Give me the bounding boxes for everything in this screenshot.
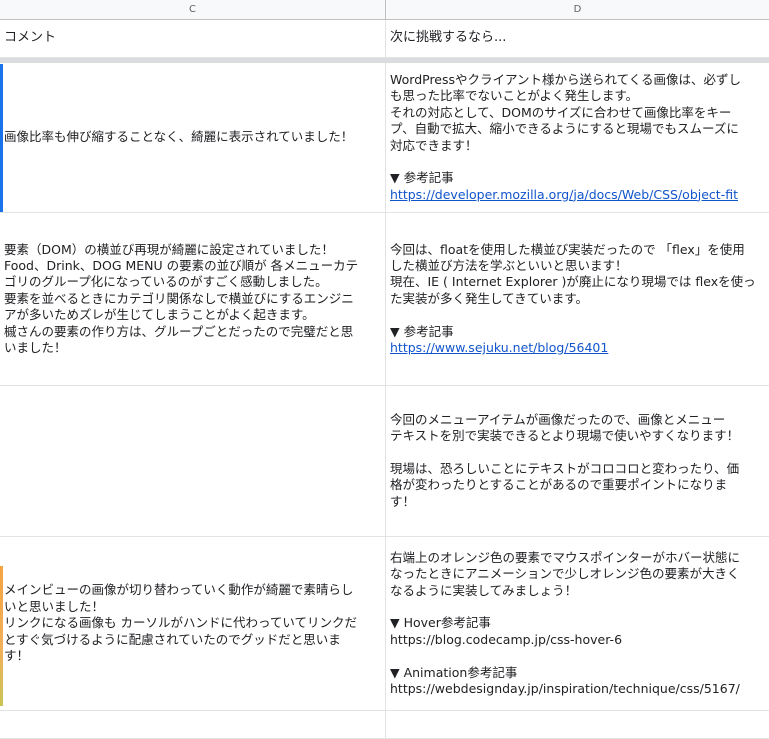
cell-text-line: した横並び方法を学ぶといいと思います！ <box>390 257 628 273</box>
cell-text-line: 右端上のオレンジ色の要素でマウスポインターがホバー状態に <box>390 549 741 565</box>
comment-cell-row2[interactable]: 要素（DOM）の横並び再現が綺麗に設定されていました！ Food、Drink、DO… <box>0 213 386 386</box>
cell-text-line: 今回のメニューアイテムが画像だったので、画像とメニュー <box>390 411 726 427</box>
comment-cell-row4[interactable]: メインビューの画像が切り替わっていく動作が綺麗で素晴らし いと思いました！ リンクに… <box>0 537 386 711</box>
reference-link[interactable]: https://developer.mozilla.org/ja/docs/We… <box>390 187 765 203</box>
cell-text-line <box>390 445 765 461</box>
column-header-d[interactable]: D <box>386 0 769 20</box>
cell-text-line: WordPressやクライアント様から送られてくる画像は、必ずし <box>390 71 742 87</box>
cell-text-line <box>390 599 765 615</box>
cell-text-line: 画像比率も伸び縮することなく、綺麗に表示されていました！ <box>4 129 354 145</box>
row-highlight-bar <box>0 64 3 212</box>
row-highlight-bar <box>0 566 3 706</box>
cell-text-line: 格が変わったりとすることがあるので重要ポイントになりま <box>390 477 728 493</box>
header-cell-comment[interactable]: コメント <box>0 20 386 58</box>
cell-text-line: Food、Drink、DOG MENU の要素の並び順が 各メニューカテ <box>4 257 359 273</box>
cell-text-line: 対応できます！ <box>390 137 478 153</box>
cell-text-line: それの対応として、DOMのサイズに合わせて画像比率をキー <box>390 104 732 120</box>
cell-text-line: ゴリのグループ化になっているのがすごく感動しました。 <box>4 274 328 290</box>
next-challenge-cell-row5[interactable] <box>386 711 769 739</box>
cell-text-line: 槭さんの要素の作り方は、グループごとだったので完璧だと思 <box>4 323 354 339</box>
cell-text-line: 要素（DOM）の横並び再現が綺麗に設定されていました！ <box>4 241 334 257</box>
column-header-c[interactable]: C <box>0 0 386 20</box>
cell-text-line: https://blog.codecamp.jp/css-hover-6 <box>390 631 623 647</box>
cell-text-line: リンクになる画像も カーソルがハンドに代わっていてリンクだ <box>4 615 357 631</box>
cell-text-line: も思った比率でないことがよく発生します。 <box>390 88 639 104</box>
cell-text-line: ▼ 参考記事 <box>390 170 454 186</box>
comment-cell-row1[interactable]: 画像比率も伸び縮することなく、綺麗に表示されていました！ <box>0 63 386 213</box>
column-letter: D <box>573 4 582 15</box>
cell-text-line: 今回は、floatを使用した横並び実装だったので 「flex」を使用 <box>390 241 745 257</box>
comment-cell-row5[interactable] <box>0 711 386 739</box>
cell-text-line <box>390 648 765 664</box>
reference-link[interactable]: https://www.sejuku.net/blog/56401 <box>390 340 765 356</box>
cell-text-line: プ、自動で拡大、縮小できるようにすると現場でもスムーズに <box>390 121 739 137</box>
column-letter: C <box>189 4 196 15</box>
next-challenge-cell-row2[interactable]: 今回は、floatを使用した横並び実装だったので 「flex」を使用 した横並び方… <box>386 213 769 386</box>
header-cell-next-challenge[interactable]: 次に挑戦するなら... <box>386 20 769 58</box>
comment-cell-row3[interactable] <box>0 386 386 537</box>
cell-text-line: なったときにアニメーションで少しオレンジ色の要素が大きく <box>390 566 740 582</box>
cell-text-line: す！ <box>4 648 30 664</box>
cell-text-line: とすぐ気づけるように配慮されていたのでグッドだと思いま <box>4 631 341 647</box>
cell-text-line: た実装が多く発生してきています。 <box>390 290 589 306</box>
cell-text-line: ▼ Animation参考記事 <box>390 664 518 680</box>
cell-text-line: テキストを別で実装できるとより現場で使いやすくなります！ <box>390 428 740 444</box>
cell-text-line: アが多いためズレが生じてしまうことがよく起きます。 <box>4 307 315 323</box>
cell-text-line: 現場は、恐ろしいことにテキストがコロコロと変わったり、価 <box>390 460 740 476</box>
cell-text-line: メインビューの画像が切り替わっていく動作が綺麗で素晴らし <box>4 582 354 598</box>
next-challenge-cell-row4[interactable]: 右端上のオレンジ色の要素でマウスポインターがホバー状態に なったときにアニメーショ… <box>386 537 769 711</box>
cell-text-line: 現在、IE ( Internet Explorer )が廃止になり現場では fl… <box>390 274 756 290</box>
next-challenge-cell-row3[interactable]: 今回のメニューアイテムが画像だったので、画像とメニュー テキストを別で実装できると… <box>386 386 769 537</box>
cell-text-line <box>390 307 765 323</box>
cell-text-line: なるように実装してみましょう！ <box>390 582 578 598</box>
cell-text-line: す！ <box>390 493 416 509</box>
cell-text-line <box>390 154 765 170</box>
next-challenge-cell-row1[interactable]: WordPressやクライアント様から送られてくる画像は、必ずし も思った比率でな… <box>386 63 769 213</box>
cell-text-line: いと思いました！ <box>4 598 105 614</box>
cell-text-line: ▼ 参考記事 <box>390 323 454 339</box>
cell-text-line: 要素を並べるときにカテゴリ関係なしで横並びにするエンジニ <box>4 290 354 306</box>
cell-text-line: いました！ <box>4 340 67 356</box>
cell-text-line: ▼ Hover参考記事 <box>390 615 491 631</box>
cell-text-line: https://webdesignday.jp/inspiration/tech… <box>390 680 740 696</box>
